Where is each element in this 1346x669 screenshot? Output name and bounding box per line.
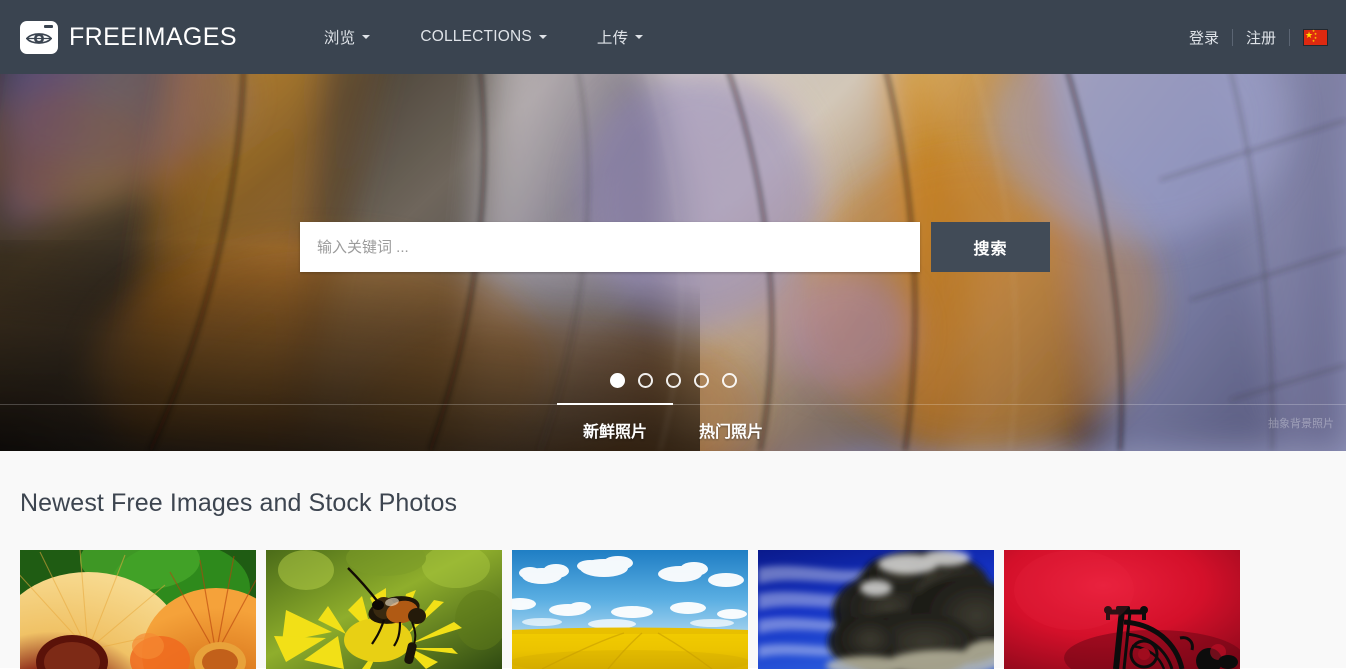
carousel-dot-4[interactable] [693, 373, 709, 388]
chevron-down-icon [362, 35, 371, 39]
thumbnail-dark-storm-clouds-over-blue-sky[interactable] [758, 550, 994, 669]
tab-newest-photos[interactable]: 新鲜照片 [556, 403, 673, 442]
page-title: Newest Free Images and Stock Photos [20, 489, 458, 517]
main-content: Newest Free Images and Stock Photos [0, 451, 1346, 669]
nav-item-browse[interactable]: 浏览 [299, 26, 395, 48]
nav-separator [1289, 28, 1290, 46]
login-link[interactable]: 登录 [1176, 27, 1232, 48]
register-link[interactable]: 注册 [1233, 27, 1289, 48]
tab-popular-photos[interactable]: 热门照片 [673, 403, 789, 442]
nav-item-collections-label: COLLECTIONS [420, 28, 532, 45]
cn-flag-icon[interactable]: ★ ★ ★ ★ ★ [1303, 28, 1328, 46]
hero-search-form: 搜索 [300, 222, 1050, 272]
carousel-dot-1[interactable] [609, 373, 625, 388]
nav-item-upload[interactable]: 上传 [572, 26, 668, 48]
carousel-dots [0, 373, 1346, 388]
thumbnail-orange-and-yellow-gerbera-daisies[interactable] [20, 550, 256, 669]
brand-name: FREEIMAGES [69, 22, 237, 51]
nav-item-collections[interactable]: COLLECTIONS [395, 28, 572, 46]
carousel-dot-3[interactable] [665, 373, 681, 388]
flag-star-small: ★ [1312, 39, 1316, 43]
newest-images-grid [20, 550, 1240, 669]
camera-eye-icon [20, 20, 58, 54]
thumbnail-bee-on-yellow-flower[interactable] [266, 550, 502, 669]
account-nav: 登录 注册 ★ ★ ★ ★ ★ [1176, 0, 1328, 74]
thumbnail-yellow-rapeseed-field-under-blue-sky[interactable] [512, 550, 748, 669]
search-input[interactable] [300, 222, 920, 272]
carousel-dot-2[interactable] [637, 373, 653, 388]
carousel-dot-5[interactable] [721, 373, 737, 388]
chevron-down-icon [635, 35, 644, 39]
thumbnail-black-bicycle-against-red-wall[interactable] [1004, 550, 1240, 669]
nav-item-upload-label: 上传 [596, 30, 629, 47]
chevron-down-icon [538, 35, 547, 39]
primary-nav: 浏览 COLLECTIONS 上传 [299, 0, 668, 74]
hero-tabs: 新鲜照片 热门照片 [0, 403, 1346, 442]
nav-item-browse-label: 浏览 [323, 30, 356, 47]
search-button[interactable]: 搜索 [931, 222, 1050, 272]
top-navbar: FREEIMAGES 浏览 COLLECTIONS 上传 登录 注册 ★ ★ ★… [0, 0, 1346, 74]
brand-logo-link[interactable]: FREEIMAGES [20, 20, 237, 54]
